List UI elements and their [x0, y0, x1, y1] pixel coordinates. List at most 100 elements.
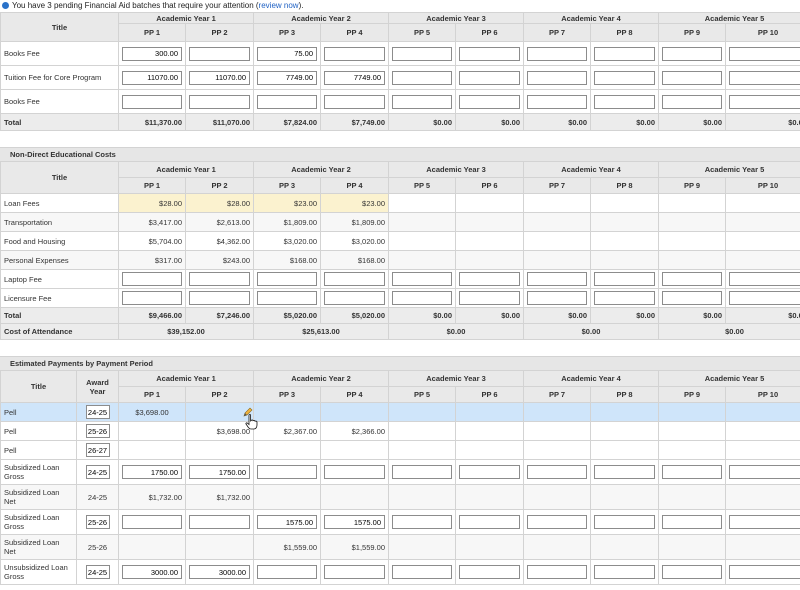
amount-input[interactable]: [459, 565, 520, 579]
non-direct-costs-table: Title Academic Year 1 Academic Year 2 Ac…: [0, 161, 800, 340]
amount-input[interactable]: [189, 565, 250, 579]
amount-input[interactable]: [594, 46, 655, 61]
amount-input[interactable]: [662, 272, 722, 286]
amount-input[interactable]: [527, 565, 587, 579]
amount-input[interactable]: [527, 291, 587, 305]
amount-input[interactable]: [324, 515, 385, 529]
award-year-input[interactable]: [85, 405, 110, 419]
award-year-input[interactable]: [85, 565, 110, 579]
amount-input[interactable]: [122, 465, 182, 479]
amount-input[interactable]: [527, 272, 587, 286]
award-year-input[interactable]: [85, 424, 110, 438]
amount-input[interactable]: [257, 515, 317, 529]
amount-input[interactable]: [459, 272, 520, 286]
amount-input[interactable]: [527, 515, 587, 529]
amount-input[interactable]: [324, 465, 385, 479]
amount-input[interactable]: [594, 70, 655, 85]
amount-input[interactable]: [122, 272, 182, 286]
amount-input[interactable]: [729, 291, 800, 305]
award-year-input[interactable]: [85, 465, 110, 479]
amount-input[interactable]: [122, 565, 182, 579]
amount-input[interactable]: [257, 272, 317, 286]
amount-input[interactable]: [257, 94, 317, 109]
amount-input[interactable]: [594, 565, 655, 579]
amount-input[interactable]: [527, 94, 587, 109]
year-header: Academic Year 3: [388, 12, 524, 24]
year-header: Academic Year 2: [253, 161, 389, 178]
amount-input[interactable]: [662, 515, 722, 529]
amount-input[interactable]: [527, 70, 587, 85]
pp-header: PP 8: [590, 386, 659, 403]
amount-input[interactable]: [122, 70, 182, 85]
amount-input[interactable]: [459, 515, 520, 529]
amount-input[interactable]: [662, 94, 722, 109]
amount-input[interactable]: [189, 46, 250, 61]
amount-input[interactable]: [662, 46, 722, 61]
amount-input[interactable]: [662, 565, 722, 579]
amount-input[interactable]: [392, 465, 452, 479]
amount-input[interactable]: [594, 94, 655, 109]
amount-input[interactable]: [189, 465, 250, 479]
amount-input[interactable]: [257, 70, 317, 85]
total-value: $11,070.00: [185, 113, 254, 131]
amount-input[interactable]: [459, 94, 520, 109]
amount-input[interactable]: [392, 565, 452, 579]
amount-input[interactable]: [527, 465, 587, 479]
pp-header: PP 10: [725, 177, 800, 194]
amount-input[interactable]: [594, 272, 655, 286]
table-row[interactable]: Pell $3,698.00: [0, 402, 800, 422]
amount-input[interactable]: [729, 515, 800, 529]
amount-input[interactable]: [594, 465, 655, 479]
amount-input[interactable]: [324, 46, 385, 61]
table-row: Personal Expenses $317.00 $243.00 $168.0…: [0, 250, 800, 270]
amount-input[interactable]: [122, 46, 182, 61]
amount-input[interactable]: [122, 94, 182, 109]
amount-input[interactable]: [122, 291, 182, 305]
amount-input[interactable]: [257, 46, 317, 61]
amount-input[interactable]: [459, 465, 520, 479]
review-now-link[interactable]: review now: [259, 1, 299, 10]
amount-input[interactable]: [459, 70, 520, 85]
amount-input[interactable]: [392, 70, 452, 85]
amount-input[interactable]: [594, 515, 655, 529]
amount-input[interactable]: [392, 515, 452, 529]
amount-input[interactable]: [392, 291, 452, 305]
row-label: Pell: [0, 440, 77, 460]
amount-input[interactable]: [662, 465, 722, 479]
amount-input[interactable]: [527, 46, 587, 61]
amount-input[interactable]: [662, 291, 722, 305]
award-year-input[interactable]: [85, 515, 110, 529]
amount-input[interactable]: [729, 465, 800, 479]
amount-input[interactable]: [189, 272, 250, 286]
year-header: Academic Year 4: [523, 370, 659, 387]
cost-value: $28.00: [185, 193, 254, 213]
award-year-input[interactable]: [85, 443, 110, 457]
amount-input[interactable]: [189, 70, 250, 85]
amount-input[interactable]: [122, 515, 182, 529]
amount-input[interactable]: [392, 46, 452, 61]
amount-input[interactable]: [257, 291, 317, 305]
amount-input[interactable]: [189, 291, 250, 305]
amount-input[interactable]: [189, 94, 250, 109]
amount-input[interactable]: [324, 94, 385, 109]
amount-input[interactable]: [392, 94, 452, 109]
hand-pointer-icon: [245, 414, 258, 430]
amount-input[interactable]: [189, 515, 250, 529]
amount-input[interactable]: [324, 272, 385, 286]
amount-input[interactable]: [662, 70, 722, 85]
amount-input[interactable]: [324, 70, 385, 85]
amount-input[interactable]: [392, 272, 452, 286]
amount-input[interactable]: [459, 291, 520, 305]
amount-input[interactable]: [459, 46, 520, 61]
amount-input[interactable]: [729, 46, 800, 61]
amount-input[interactable]: [324, 291, 385, 305]
amount-input[interactable]: [729, 272, 800, 286]
amount-input[interactable]: [729, 94, 800, 109]
amount-input[interactable]: [257, 565, 317, 579]
amount-input[interactable]: [729, 70, 800, 85]
amount-input[interactable]: [257, 465, 317, 479]
table-row: Laptop Fee: [0, 269, 800, 289]
amount-input[interactable]: [594, 291, 655, 305]
amount-input[interactable]: [729, 565, 800, 579]
amount-input[interactable]: [324, 565, 385, 579]
